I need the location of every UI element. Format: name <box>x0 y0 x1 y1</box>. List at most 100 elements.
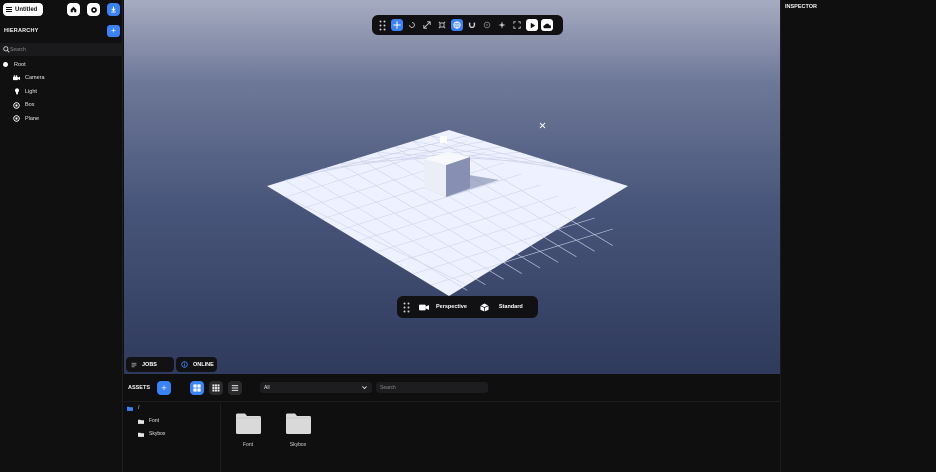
info-icon <box>181 361 188 368</box>
hierarchy-title: HIERARCHY <box>4 28 39 34</box>
hierarchy-search <box>0 43 123 56</box>
home-button[interactable] <box>67 3 80 16</box>
asset-type-select[interactable]: All <box>260 382 372 393</box>
project-name: Untitled <box>15 6 38 13</box>
asset-tile-label: Font <box>242 442 253 448</box>
home-icon <box>70 6 77 13</box>
grip-icon <box>379 20 385 30</box>
folder-skybox[interactable]: Skybox <box>138 431 165 437</box>
rotate-tool-button[interactable] <box>406 19 418 31</box>
list-view-icon <box>231 385 239 391</box>
scale-icon <box>423 21 431 29</box>
asset-type-value: All <box>264 384 270 391</box>
view-large-grid-button[interactable] <box>190 381 204 395</box>
folder-icon <box>138 432 144 437</box>
assets-panel: ASSETS + All / Font <box>124 374 780 472</box>
asset-tile-label: Skybox <box>289 442 307 448</box>
tree-item-camera[interactable]: Camera <box>0 72 123 86</box>
hierarchy-search-input[interactable] <box>10 46 100 53</box>
world-space-button[interactable] <box>451 19 463 31</box>
asset-grid: Font Skybox <box>222 403 780 472</box>
camera-toolbar: Perspective Standard <box>397 296 538 318</box>
scale-tool-button[interactable] <box>421 19 433 31</box>
small-grid-icon <box>212 384 220 392</box>
snap-button[interactable] <box>466 19 478 31</box>
view-list-button[interactable] <box>228 381 242 395</box>
top-bar: Untitled <box>0 0 123 20</box>
tree-item-plane[interactable]: Plane <box>0 112 123 126</box>
globe-icon <box>453 21 461 29</box>
grip-icon[interactable] <box>403 302 410 313</box>
search-icon <box>3 46 10 53</box>
online-tab-label: ONLINE <box>193 361 214 368</box>
folder-icon <box>127 406 133 411</box>
folder-label: Skybox <box>149 431 166 437</box>
bounds-icon <box>438 21 446 29</box>
hierarchy-tree: Root Camera Light Box Plane <box>0 58 123 126</box>
target-icon <box>483 21 491 29</box>
magnet-icon <box>468 22 476 29</box>
cube-icon <box>480 302 489 312</box>
shading-mode-button[interactable]: Standard <box>499 304 523 310</box>
asset-search-input[interactable] <box>376 382 488 393</box>
video-camera-icon <box>419 304 429 310</box>
project-menu-button[interactable]: Untitled <box>3 3 43 16</box>
rotate-icon <box>409 22 415 28</box>
add-asset-button[interactable]: + <box>157 381 171 395</box>
settings-button[interactable] <box>87 3 100 16</box>
tree-item-label: Plane <box>25 115 40 122</box>
add-entity-button[interactable]: + <box>107 25 120 37</box>
translate-tool-button[interactable] <box>391 19 403 31</box>
folder-icon <box>235 413 261 434</box>
fullscreen-button[interactable] <box>511 19 523 31</box>
inspector-title: INSPECTOR <box>785 4 817 10</box>
publish-button[interactable] <box>541 19 553 31</box>
cloud-icon <box>543 23 551 28</box>
assets-title: ASSETS <box>128 385 151 391</box>
mesh-icon <box>13 102 20 109</box>
effects-button[interactable] <box>496 19 508 31</box>
tree-item-root[interactable]: Root <box>0 58 123 72</box>
play-icon <box>530 22 535 28</box>
large-grid-icon <box>193 384 201 392</box>
mesh-icon <box>13 115 20 122</box>
bounds-tool-button[interactable] <box>436 19 448 31</box>
view-small-grid-button[interactable] <box>209 381 223 395</box>
folder-root-label: / <box>138 405 140 411</box>
camera-mode-button[interactable]: Perspective <box>436 304 467 310</box>
scene-viewport[interactable]: Perspective Standard JOBS ONLINE <box>124 0 780 374</box>
folder-font[interactable]: Font <box>138 418 159 424</box>
folder-icon <box>285 413 311 434</box>
jobs-tab[interactable]: JOBS <box>126 357 174 372</box>
camera-icon <box>13 75 20 82</box>
download-button[interactable] <box>107 3 120 16</box>
gear-icon <box>90 6 97 13</box>
tree-item-box[interactable]: Box <box>0 99 123 113</box>
tree-item-label: Light <box>25 88 37 95</box>
move-icon <box>393 21 401 29</box>
transform-toolbar <box>372 15 563 35</box>
assets-header: ASSETS + All <box>124 374 780 402</box>
tree-item-label: Root <box>14 61 26 68</box>
play-button[interactable] <box>526 19 538 31</box>
tree-item-label: Box <box>25 102 35 109</box>
download-icon <box>111 6 116 13</box>
asset-tile-skybox[interactable]: Skybox <box>283 413 313 448</box>
asset-tile-font[interactable]: Font <box>233 413 263 448</box>
inspector-panel: INSPECTOR <box>780 0 936 472</box>
online-tab[interactable]: ONLINE <box>176 357 217 372</box>
sparkle-icon <box>498 21 506 29</box>
list-icon <box>131 362 137 367</box>
menu-icon <box>6 7 12 12</box>
hierarchy-panel: Untitled HIERARCHY + Root <box>0 0 123 472</box>
drag-handle[interactable] <box>376 19 388 31</box>
jobs-tab-label: JOBS <box>142 361 157 368</box>
folder-icon <box>138 419 144 424</box>
focus-button[interactable] <box>481 19 493 31</box>
folder-root[interactable]: / <box>127 405 139 411</box>
expand-icon <box>513 21 521 29</box>
tree-item-light[interactable]: Light <box>0 85 123 99</box>
chevron-down-icon <box>362 386 367 390</box>
tree-item-label: Camera <box>25 75 45 82</box>
folder-label: Font <box>149 418 160 424</box>
